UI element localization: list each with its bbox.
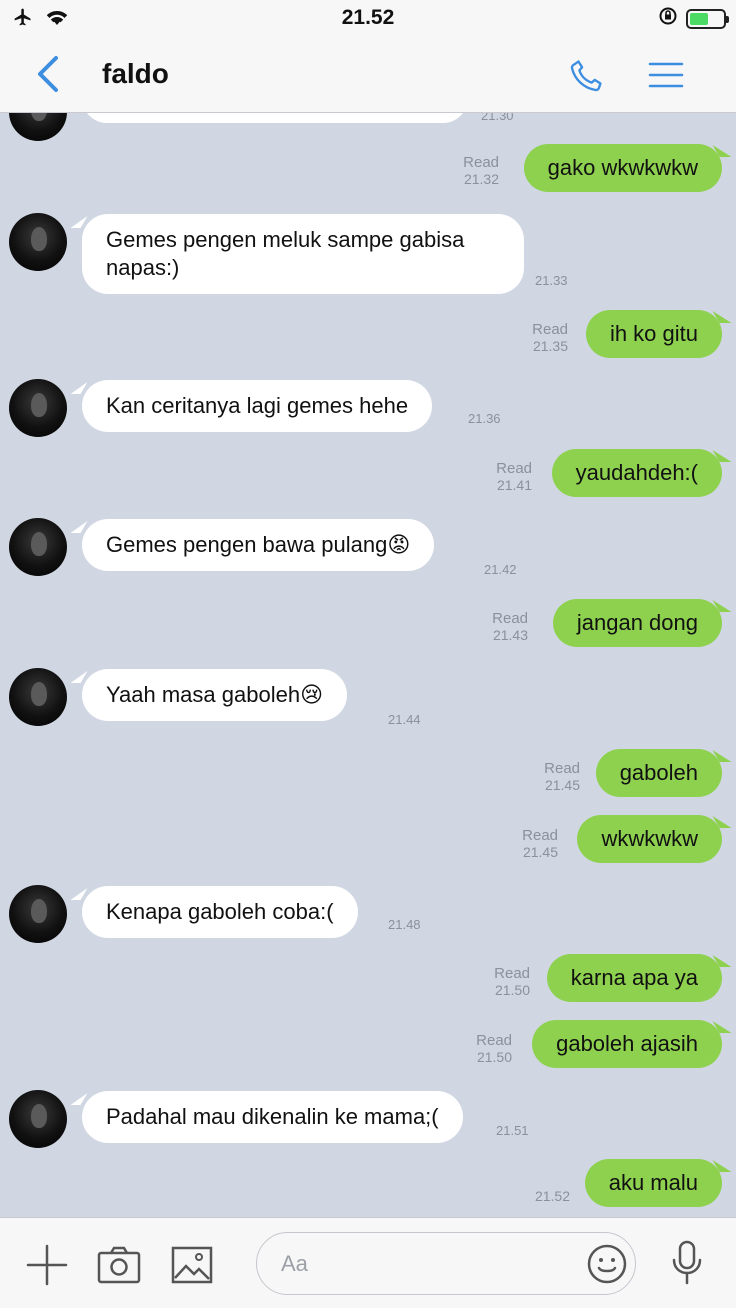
message-time: 21.36 (468, 411, 501, 426)
message-meta: Read 21.50 (476, 1032, 512, 1065)
message-time: 21.33 (535, 273, 568, 288)
message-bubble-out[interactable]: gako wkwkwkw (523, 144, 722, 192)
orientation-lock-icon (658, 6, 678, 31)
avatar[interactable] (9, 668, 67, 726)
menu-icon[interactable] (648, 61, 684, 94)
composer-bar (0, 1217, 736, 1308)
message-time: 21.48 (388, 917, 421, 932)
message-time: 21.30 (481, 113, 514, 123)
phone-icon[interactable] (568, 56, 606, 99)
message-meta: Read 21.45 (522, 827, 558, 860)
message-bubble-in[interactable]: Kan ceritanya lagi gemes hehe (82, 380, 433, 432)
message-time: 21.44 (388, 712, 421, 727)
message-bubble-in[interactable]: Gemes pengen meluk sampe gabisa napas:) (82, 214, 524, 294)
message-bubble-out[interactable]: gaboleh ajasih (532, 1020, 722, 1068)
message-bubble-out[interactable]: jangan dong (552, 599, 722, 647)
message-list[interactable]: 21.30 Read 21.32 gako wkwkwkw Gemes penge… (0, 113, 736, 1217)
message-bubble-partial (82, 113, 468, 123)
message-bubble-out[interactable]: karna apa ya (546, 954, 722, 1002)
message-bubble-in[interactable]: Gemes pengen bawa pulang😡 (82, 519, 435, 571)
message-bubble-out[interactable]: ih ko gitu (585, 310, 722, 358)
avatar[interactable] (9, 379, 67, 437)
avatar[interactable] (9, 885, 67, 943)
status-time: 21.52 (341, 6, 395, 29)
message-bubble-out[interactable]: wkwkwkw (577, 815, 722, 863)
message-meta: Read 21.32 (463, 154, 499, 187)
image-icon[interactable] (171, 1246, 213, 1289)
message-meta: Read 21.45 (544, 760, 580, 793)
chat-header: faldo (0, 36, 736, 113)
avatar[interactable] (9, 1090, 67, 1148)
message-meta: Read 21.43 (492, 610, 528, 643)
message-bubble-in[interactable]: Yaah masa gaboleh😢 (82, 669, 348, 721)
message-bubble-out[interactable]: aku malu (584, 1159, 722, 1207)
message-input[interactable] (256, 1232, 636, 1295)
message-meta: Read 21.50 (494, 965, 530, 998)
back-chevron-icon[interactable] (34, 54, 62, 99)
message-time: 21.42 (484, 562, 517, 577)
avatar[interactable] (9, 113, 67, 141)
plus-icon[interactable] (26, 1244, 68, 1291)
status-bar: 21.52 (0, 0, 736, 36)
message-meta: 21.52 (534, 1188, 570, 1204)
message-bubble-in[interactable]: Padahal mau dikenalin ke mama;( (82, 1091, 463, 1143)
message-meta: Read 21.41 (496, 460, 532, 493)
emoji-icon[interactable] (587, 1244, 627, 1289)
message-bubble-out[interactable]: gaboleh (595, 749, 722, 797)
message-bubble-out[interactable]: yaudahdeh:( (551, 449, 722, 497)
camera-icon[interactable] (97, 1246, 141, 1289)
message-time: 21.51 (496, 1123, 529, 1138)
battery-icon (686, 8, 729, 29)
message-bubble-in[interactable]: Kenapa gaboleh coba:( (82, 886, 358, 938)
avatar[interactable] (9, 518, 67, 576)
avatar[interactable] (9, 213, 67, 271)
microphone-icon[interactable] (670, 1240, 704, 1291)
contact-name[interactable]: faldo (102, 58, 169, 90)
message-meta: Read 21.35 (532, 321, 568, 354)
